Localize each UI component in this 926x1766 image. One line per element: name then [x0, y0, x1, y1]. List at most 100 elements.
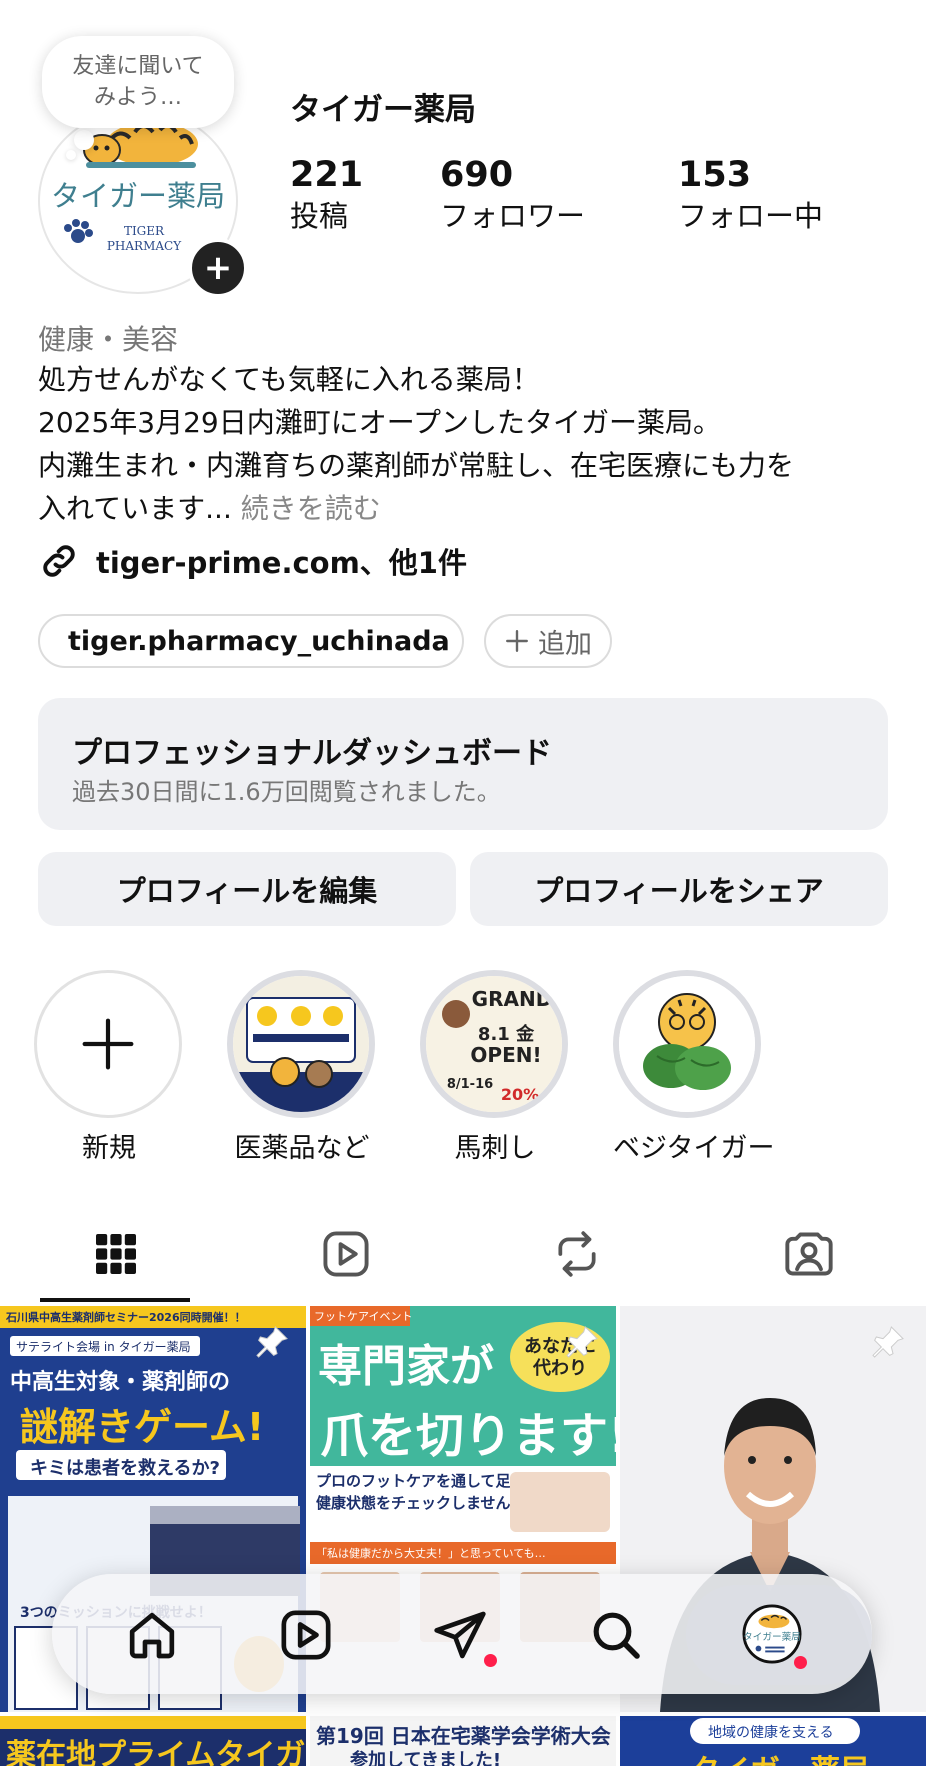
pin-icon: [566, 1326, 598, 1358]
note-bubble-tail: [74, 130, 94, 150]
profile-username: タイガー薬局: [290, 92, 476, 128]
highlight-vege-cover: [619, 976, 755, 1112]
tab-reposts[interactable]: [547, 1224, 607, 1284]
post-text: 中高生対象・薬剤師の: [10, 1370, 231, 1395]
note-bubble-tail-small: [66, 150, 76, 160]
reels-icon: [281, 1610, 331, 1660]
nav-reels[interactable]: [276, 1605, 336, 1665]
post-text: タイガー薬局: [690, 1746, 870, 1766]
highlight-label: ベジタイガー: [613, 1133, 775, 1164]
highlight-basashi-cover: GRAND 8.1 金 OPEN! 8/1-16 20%: [426, 976, 562, 1112]
plus-icon: [506, 630, 528, 652]
date-text: 8.1 金: [478, 1023, 535, 1045]
note-text: 友達に聞いて みよう…: [72, 54, 204, 110]
stat-posts-label: 投稿: [290, 199, 349, 233]
edit-profile-button[interactable]: プロフィールを編集: [38, 852, 456, 926]
discount-text: 20%: [501, 1085, 539, 1104]
profile-bio: 処方せんがなくても気軽に入れる薬局！ 2025年3月29日内灘町にオープンしたタ…: [38, 358, 898, 530]
stat-posts-count: 221: [290, 155, 364, 195]
highlight-basashi[interactable]: GRAND 8.1 金 OPEN! 8/1-16 20% 馬刺し: [420, 970, 570, 1165]
period-text: 8/1-16: [447, 1077, 493, 1092]
search-icon: [593, 1612, 640, 1659]
highlight-new[interactable]: 新規: [34, 970, 184, 1165]
bio-line: 処方せんがなくても気軽に入れる薬局！: [38, 363, 540, 396]
active-tab-indicator: [40, 1298, 190, 1302]
add-chip[interactable]: 追加: [484, 614, 612, 668]
threads-chip[interactable]: tiger.pharmacy_uchinada: [38, 614, 464, 668]
bio-line: 入れています...: [38, 492, 232, 525]
highlight-new-ring: [34, 970, 182, 1118]
home-icon: [129, 1612, 175, 1659]
profile-category: 健康・美容: [38, 323, 179, 356]
highlight-vege-tiger[interactable]: ベジタイガー: [613, 970, 775, 1165]
link-icon: [43, 545, 75, 577]
grid-icon: [96, 1234, 136, 1274]
avatar-title: タイガー薬局: [51, 179, 225, 213]
highlight-label: 医薬品など: [234, 1133, 370, 1164]
profile-notification-dot: [794, 1656, 807, 1669]
profile-link[interactable]: tiger-prime.com、他1件: [38, 540, 467, 582]
post-text: 「私は健康だから大丈夫！」と思っていても…: [316, 1547, 546, 1560]
post-text: 爪を切ります!: [320, 1408, 616, 1464]
post-tile[interactable]: 第19回 日本在宅薬学会学術大会 参加してきました!: [310, 1716, 616, 1766]
stat-following[interactable]: 153 フォロー中: [678, 154, 823, 236]
dashboard-title: プロフェッショナルダッシュボード: [72, 736, 552, 771]
threads-handle: tiger.pharmacy_uchinada: [68, 625, 450, 657]
reels-icon: [323, 1231, 369, 1277]
dashboard-subtitle: 過去30日間に1.6万回閲覧されました。: [72, 778, 501, 806]
tab-posts-grid[interactable]: [86, 1224, 146, 1284]
post-text: 謎解きゲーム!: [20, 1405, 265, 1449]
stat-followers[interactable]: 690 フォロワー: [440, 154, 585, 236]
post-tile[interactable]: 地域の健康を支える タイガー薬局: [620, 1716, 926, 1766]
post-text: 地域の健康を支える: [708, 1725, 834, 1741]
messages-notification-dot: [484, 1654, 497, 1667]
post-text: プロのフットケアを通して足爪の: [316, 1472, 541, 1490]
highlight-medicine[interactable]: 医薬品など: [227, 970, 377, 1165]
nav-home[interactable]: [122, 1605, 182, 1665]
nav-profile[interactable]: タイガー薬局: [742, 1604, 802, 1664]
post-text: 石川県中高生薬剤師セミナー2026同時開催！！: [6, 1311, 246, 1324]
tagged-person-icon: [785, 1232, 833, 1276]
highlight-medicine-ring: [227, 970, 375, 1118]
tab-tagged[interactable]: [779, 1224, 839, 1284]
nav-search[interactable]: [586, 1605, 646, 1665]
profile-tabs: [0, 1206, 926, 1304]
note-bubble[interactable]: 友達に聞いて みよう…: [42, 36, 234, 128]
profile-link-text: tiger-prime.com、他1件: [96, 546, 467, 580]
stat-posts[interactable]: 221 投稿: [290, 154, 363, 236]
highlight-vege-ring: [613, 970, 761, 1118]
bio-line: 2025年3月29日内灘町にオープンしたタイガー薬局。: [38, 406, 722, 439]
open-text: OPEN!: [470, 1043, 541, 1067]
posts-grid: 石川県中高生薬剤師セミナー2026同時開催！！ サテライト会場 in タイガー薬…: [0, 1306, 926, 1766]
stat-following-label: フォロー中: [678, 199, 824, 233]
highlight-label: 新規: [82, 1133, 136, 1164]
pin-icon: [872, 1326, 904, 1358]
share-profile-button[interactable]: プロフィールをシェア: [470, 852, 888, 926]
bio-line: 内灘生まれ・内灘育ちの薬剤師が常駐し、在宅医療にも力を: [38, 449, 795, 482]
post-tile[interactable]: 薬在地プライムタイガー: [0, 1716, 306, 1766]
repost-icon: [558, 1231, 596, 1277]
post-text: 健康状態をチェックしませんか?: [316, 1494, 535, 1512]
highlight-label: 馬刺し: [454, 1133, 536, 1164]
post-text: 第19回 日本在宅薬学会学術大会: [316, 1724, 611, 1748]
read-more-link[interactable]: 続きを読む: [232, 492, 381, 525]
post-text: フットケアイベント: [314, 1310, 413, 1323]
post-text: 薬在地プライムタイガー: [6, 1738, 306, 1766]
tab-reels[interactable]: [316, 1224, 376, 1284]
post-text: キミは患者を救えるか?: [30, 1458, 220, 1479]
bio-line-last: 入れています... 続きを読む: [38, 487, 898, 530]
avatar-en1: TIGER: [124, 224, 165, 238]
post-text: 専門家が: [318, 1341, 494, 1392]
profile-avatar-small: タイガー薬局: [742, 1604, 802, 1664]
send-icon: [434, 1611, 486, 1659]
highlight-medicine-cover: [233, 976, 369, 1112]
post-text: サテライト会場 in タイガー薬局: [16, 1340, 191, 1354]
avatar-title-small: タイガー薬局: [743, 1631, 801, 1643]
plus-icon: [82, 1018, 134, 1070]
grand-text: GRAND: [472, 987, 553, 1011]
add-chip-label: 追加: [538, 628, 592, 660]
nav-messages[interactable]: [430, 1605, 490, 1665]
stat-followers-label: フォロワー: [440, 199, 586, 233]
add-story-plus-icon[interactable]: +: [188, 238, 248, 298]
highlight-basashi-ring: GRAND 8.1 金 OPEN! 8/1-16 20%: [420, 970, 568, 1118]
